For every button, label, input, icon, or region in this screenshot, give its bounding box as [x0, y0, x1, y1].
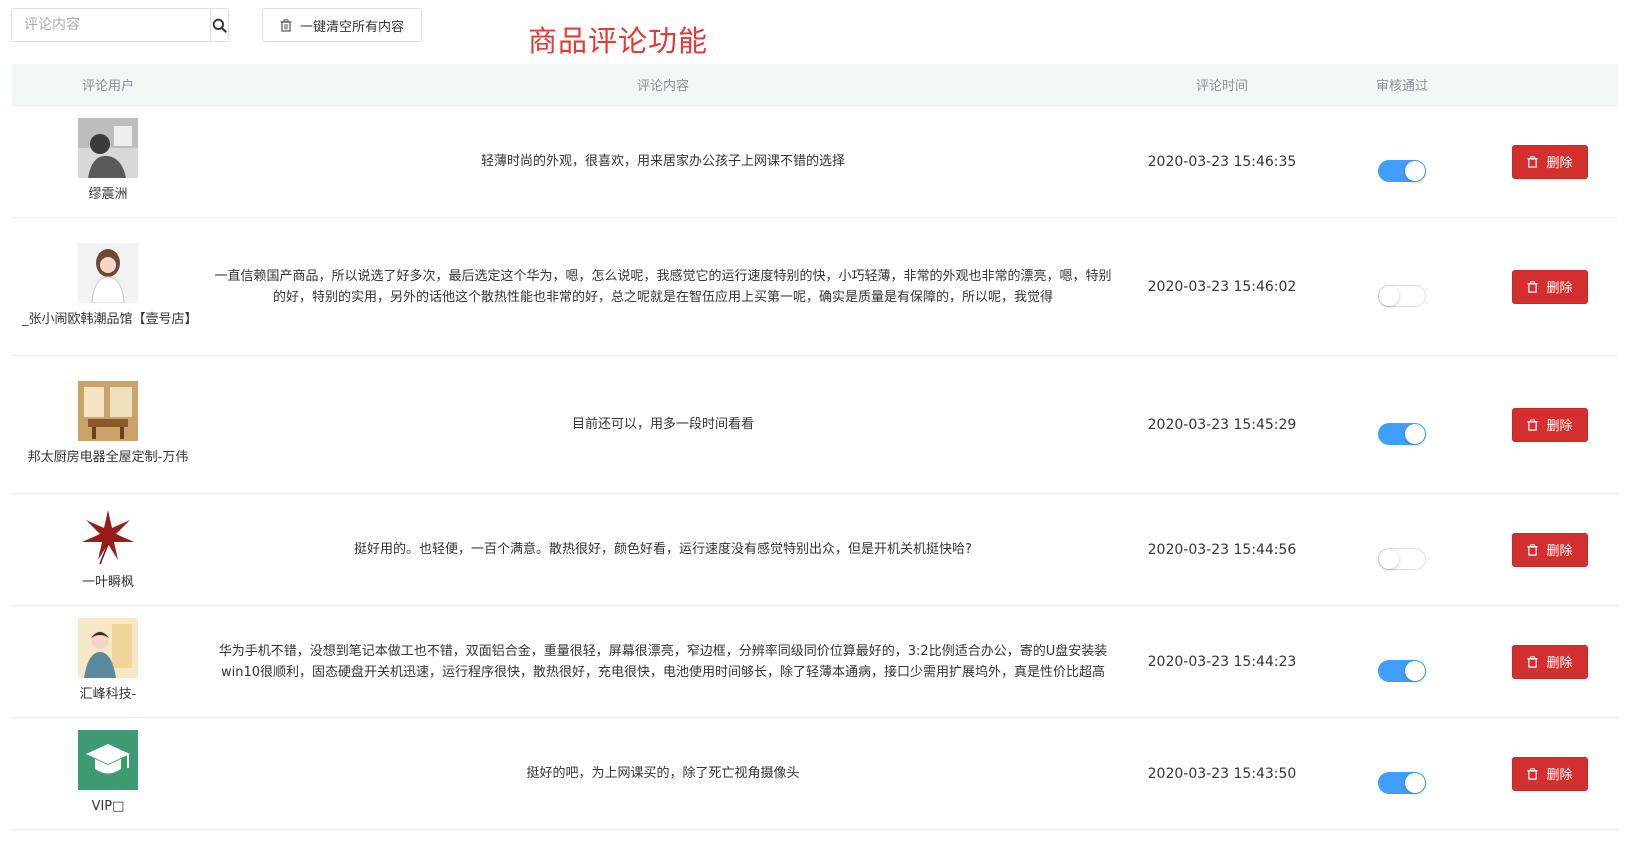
delete-label: 删除: [1546, 281, 1573, 296]
user-cell: 一叶瞬枫: [12, 505, 204, 594]
audit-cell: [1322, 526, 1482, 574]
approve-toggle[interactable]: [1378, 547, 1426, 570]
delete-button[interactable]: 删除: [1512, 756, 1588, 791]
audit-cell: [1322, 401, 1482, 449]
comment-text: 挺好的吧，为上网课买的，除了死亡视角摄像头: [526, 766, 800, 781]
toggle-knob: [1405, 160, 1425, 181]
audit-cell: [1322, 750, 1482, 798]
comment-text: 目前还可以，用多一段时间看看: [571, 417, 754, 432]
trash-icon: [1527, 155, 1539, 168]
approve-toggle[interactable]: [1378, 771, 1426, 794]
username: 汇峰科技-: [79, 686, 137, 702]
comment-content: 一直信赖国产商品，所以说选了好多次，最后选定这个华为，嗯，怎么说呢，我感觉它的运…: [204, 266, 1122, 308]
search-input[interactable]: [12, 9, 210, 41]
toggle-knob: [1405, 423, 1425, 444]
comment-time: 2020-03-23 15:45:29: [1147, 416, 1297, 433]
table-row: 一叶瞬枫 挺好用的。也轻便，一百个满意。散热很好，颜色好看，运行速度没有感觉特别…: [12, 494, 1618, 606]
avatar: [78, 505, 138, 566]
delete-button[interactable]: 删除: [1512, 407, 1588, 442]
comment-time: 2020-03-23 15:44:23: [1147, 653, 1297, 670]
comment-text: 一直信赖国产商品，所以说选了好多次，最后选定这个华为，嗯，怎么说呢，我感觉它的运…: [214, 268, 1112, 305]
delete-button[interactable]: 删除: [1512, 269, 1588, 304]
comment-content: 挺好用的。也轻便，一百个满意。散热很好，颜色好看，运行速度没有感觉特别出众，但是…: [204, 539, 1122, 560]
username: 一叶瞬枫: [81, 574, 134, 590]
audit-cell: [1322, 138, 1482, 186]
delete-button[interactable]: 删除: [1512, 532, 1588, 567]
action-cell: 删除: [1482, 756, 1618, 791]
search-icon: [212, 18, 227, 33]
table-row: 汇峰科技- 华为手机不错，没想到笔记本做工也不错，双面铝合金，重量很轻，屏幕很漂…: [12, 606, 1618, 718]
trash-icon: [280, 18, 292, 32]
comment-time: 2020-03-23 15:46:35: [1147, 153, 1297, 170]
delete-label: 删除: [1546, 156, 1573, 171]
delete-label: 删除: [1546, 544, 1573, 559]
header-time: 评论时间: [1195, 79, 1248, 94]
table-row: _张小闹欧韩潮品馆【壹号店】 一直信赖国产商品，所以说选了好多次，最后选定这个华…: [12, 218, 1618, 356]
comments-table: 评论用户 评论内容 评论时间 审核通过 缪震洲 轻薄时尚的外观，很喜欢，用来居家…: [12, 64, 1618, 830]
toggle-knob: [1379, 548, 1399, 569]
action-cell: 删除: [1482, 407, 1618, 442]
user-cell: 汇峰科技-: [12, 617, 204, 706]
audit-cell: [1322, 638, 1482, 686]
user-cell: 邦太厨房电器全屋定制-万伟: [12, 380, 204, 469]
action-cell: 删除: [1482, 644, 1618, 679]
header-user: 评论用户: [81, 79, 134, 94]
header-audit: 审核通过: [1375, 79, 1428, 94]
username: 邦太厨房电器全屋定制-万伟: [27, 449, 189, 465]
action-cell: 删除: [1482, 269, 1618, 304]
comment-text: 挺好用的。也轻便，一百个满意。散热很好，颜色好看，运行速度没有感觉特别出众，但是…: [354, 542, 972, 557]
user-cell: _张小闹欧韩潮品馆【壹号店】: [12, 242, 204, 331]
comment-content: 轻薄时尚的外观，很喜欢，用来居家办公孩子上网课不错的选择: [204, 151, 1122, 172]
comment-time: 2020-03-23 15:46:02: [1147, 278, 1297, 295]
comment-time: 2020-03-23 15:44:56: [1147, 541, 1297, 558]
table-header: 评论用户 评论内容 评论时间 审核通过: [12, 64, 1618, 106]
comment-text: 轻薄时尚的外观，很喜欢，用来居家办公孩子上网课不错的选择: [480, 154, 845, 169]
avatar: [78, 117, 138, 178]
approve-toggle[interactable]: [1378, 284, 1426, 307]
page-title: 商品评论功能: [528, 24, 709, 58]
approve-toggle[interactable]: [1378, 659, 1426, 682]
action-cell: 删除: [1482, 532, 1618, 567]
action-cell: 删除: [1482, 144, 1618, 179]
table-row: VIP□ 挺好的吧，为上网课买的，除了死亡视角摄像头 2020-03-23 15…: [12, 718, 1618, 830]
toggle-knob: [1405, 660, 1425, 681]
user-cell: VIP□: [12, 729, 204, 818]
avatar: [78, 729, 138, 790]
delete-button[interactable]: 删除: [1512, 144, 1588, 179]
delete-button[interactable]: 删除: [1512, 644, 1588, 679]
search-button[interactable]: [210, 9, 228, 41]
clear-all-button[interactable]: 一键清空所有内容: [262, 8, 422, 42]
username: VIP□: [91, 798, 125, 814]
delete-label: 删除: [1546, 768, 1573, 783]
trash-icon: [1527, 280, 1539, 293]
header-content: 评论内容: [636, 79, 689, 94]
avatar: [78, 617, 138, 678]
comment-content: 挺好的吧，为上网课买的，除了死亡视角摄像头: [204, 763, 1122, 784]
toggle-knob: [1379, 285, 1399, 306]
trash-icon: [1527, 418, 1539, 431]
comment-content: 华为手机不错，没想到笔记本做工也不错，双面铝合金，重量很轻，屏幕很漂亮，窄边框，…: [204, 641, 1122, 683]
comment-text: 华为手机不错，没想到笔记本做工也不错，双面铝合金，重量很轻，屏幕很漂亮，窄边框，…: [218, 643, 1108, 680]
avatar: [78, 242, 138, 303]
table-row: 邦太厨房电器全屋定制-万伟 目前还可以，用多一段时间看看 2020-03-23 …: [12, 356, 1618, 494]
trash-icon: [1527, 655, 1539, 668]
username: _张小闹欧韩潮品馆【壹号店】: [22, 311, 198, 327]
approve-toggle[interactable]: [1378, 159, 1426, 182]
avatar: [78, 380, 138, 441]
table-row: 缪震洲 轻薄时尚的外观，很喜欢，用来居家办公孩子上网课不错的选择 2020-03…: [12, 106, 1618, 218]
toggle-knob: [1405, 772, 1425, 793]
comment-content: 目前还可以，用多一段时间看看: [204, 414, 1122, 435]
comment-time: 2020-03-23 15:43:50: [1147, 765, 1297, 782]
username: 缪震洲: [88, 186, 128, 202]
audit-cell: [1322, 263, 1482, 311]
search-box: [11, 8, 229, 42]
clear-all-label: 一键清空所有内容: [299, 19, 404, 35]
delete-label: 删除: [1546, 419, 1573, 434]
trash-icon: [1527, 543, 1539, 556]
user-cell: 缪震洲: [12, 117, 204, 206]
trash-icon: [1527, 767, 1539, 780]
approve-toggle[interactable]: [1378, 422, 1426, 445]
delete-label: 删除: [1546, 656, 1573, 671]
